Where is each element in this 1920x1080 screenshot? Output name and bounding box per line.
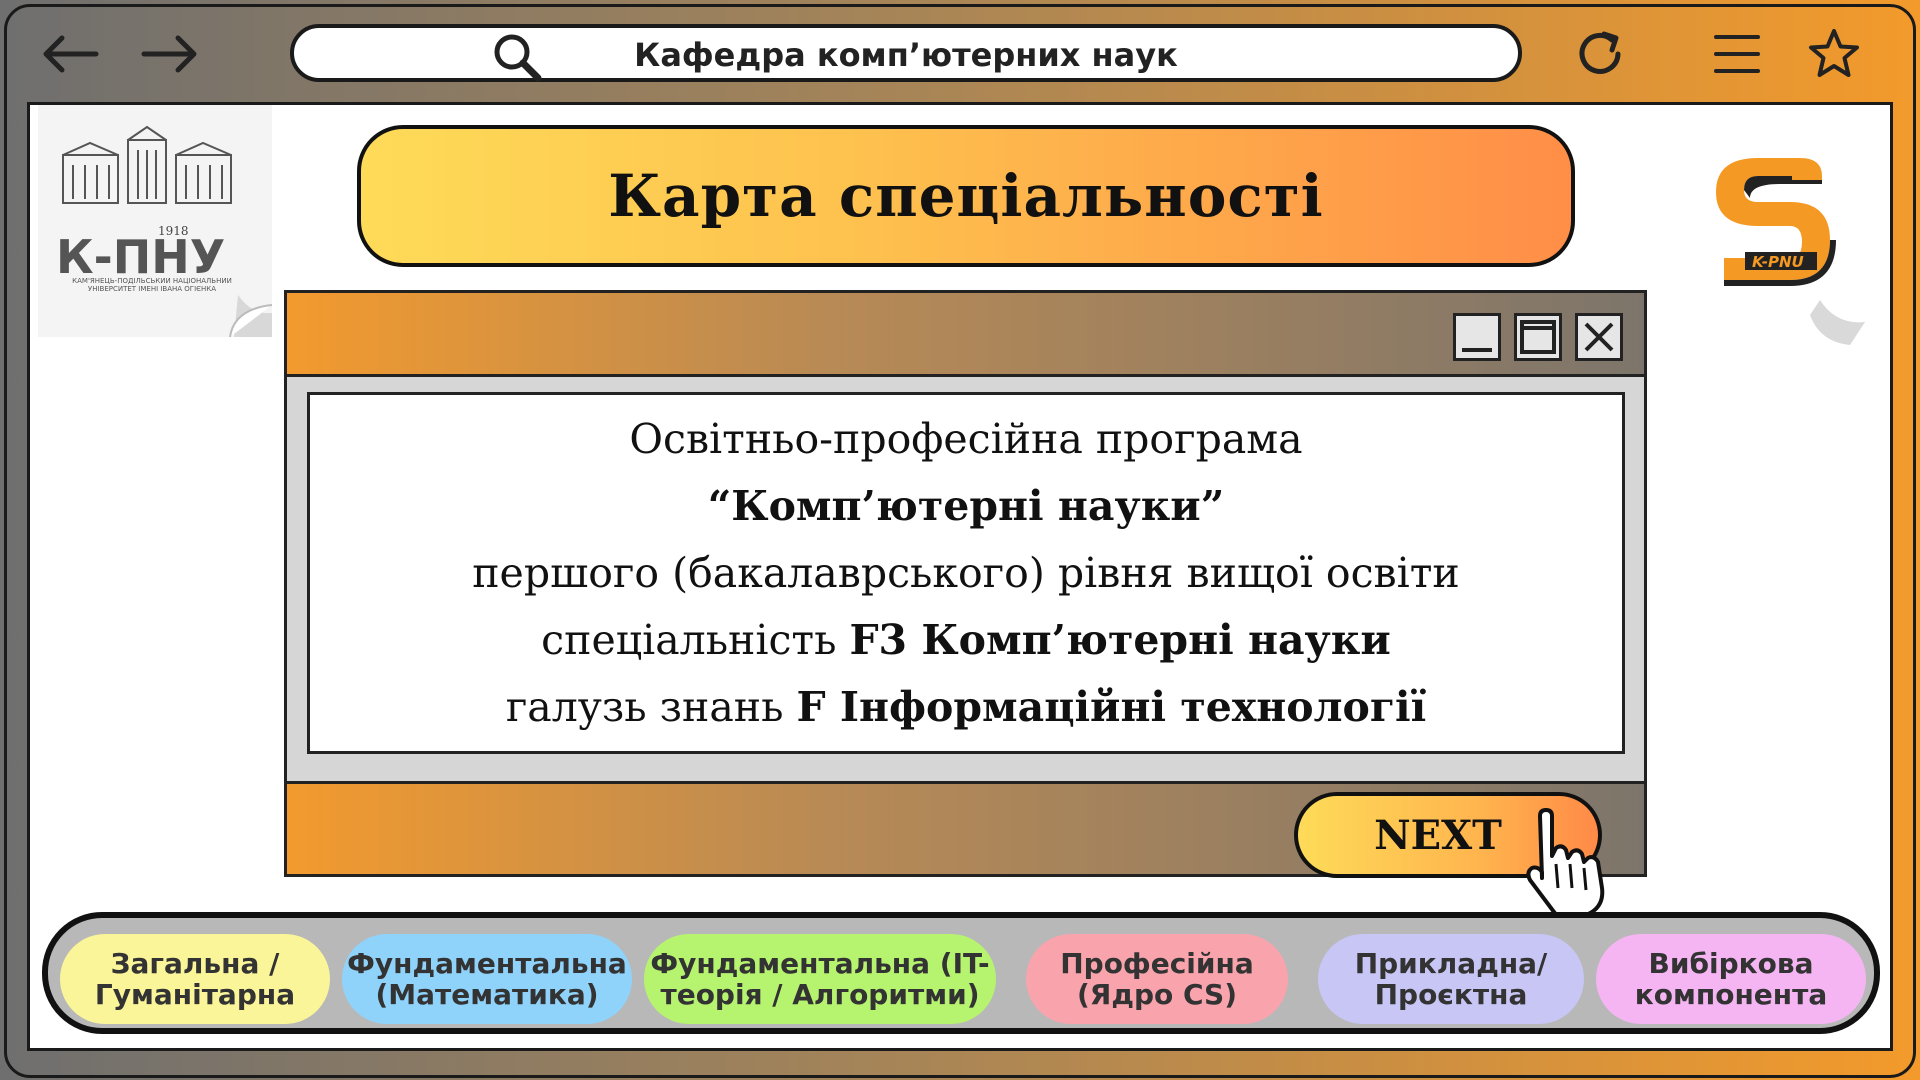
program-window: Освітньо-професійна програма “Комп’ютерн… bbox=[284, 290, 1647, 877]
address-bar[interactable]: Кафедра комп’ютерних наук bbox=[290, 24, 1522, 82]
hamburger-menu-icon bbox=[1714, 35, 1760, 73]
forward-button[interactable] bbox=[130, 22, 210, 86]
category-legend: Загальна / Гуманітарна Фундаментальна (М… bbox=[42, 912, 1880, 1034]
arrow-left-icon bbox=[43, 35, 99, 73]
category-it-theory[interactable]: Фундаментальна (IT- теорія / Алгоритми) bbox=[644, 934, 996, 1024]
minimize-button[interactable] bbox=[1453, 313, 1501, 361]
category-math[interactable]: Фундаментальна (Математика) bbox=[342, 934, 632, 1024]
maximize-icon bbox=[1520, 320, 1556, 354]
bookmark-button[interactable] bbox=[1794, 22, 1874, 86]
program-specialty: спеціальність F3 Комп’ютерні науки bbox=[541, 615, 1391, 664]
window-titlebar bbox=[287, 293, 1644, 377]
arrow-right-icon bbox=[141, 35, 197, 73]
category-professional[interactable]: Професійна (Ядро CS) bbox=[1026, 934, 1288, 1024]
close-button[interactable] bbox=[1575, 313, 1623, 361]
logo-text: К-ПНУ bbox=[56, 230, 225, 284]
program-info-panel: Освітньо-професійна програма “Комп’ютерн… bbox=[307, 392, 1625, 754]
program-name: “Комп’ютерні науки” bbox=[707, 481, 1225, 530]
department-logo-text: K-PNU bbox=[1752, 253, 1804, 271]
address-text: Кафедра комп’ютерних наук bbox=[634, 36, 1178, 74]
program-type: Освітньо-професійна програма bbox=[629, 414, 1303, 463]
category-general[interactable]: Загальна / Гуманітарна bbox=[60, 934, 330, 1024]
reload-button[interactable] bbox=[1560, 22, 1640, 86]
program-level: першого (бакалаврського) рівня вищої осв… bbox=[472, 548, 1460, 597]
menu-button[interactable] bbox=[1697, 22, 1777, 86]
close-icon bbox=[1584, 322, 1614, 352]
next-button-label: NEXT bbox=[1374, 811, 1502, 859]
maximize-button[interactable] bbox=[1514, 313, 1562, 361]
logo-subtitle: КАМ'ЯНЕЦЬ-ПОДІЛЬСЬКИЙ НАЦІОНАЛЬНИЙ УНІВЕ… bbox=[72, 277, 232, 293]
department-logo: K-PNU bbox=[1640, 110, 1880, 355]
back-button[interactable] bbox=[30, 22, 110, 86]
star-icon bbox=[1809, 29, 1859, 77]
window-body: Освітньо-професійна програма “Комп’ютерн… bbox=[287, 377, 1644, 781]
category-applied[interactable]: Прикладна/ Проєктна bbox=[1318, 934, 1584, 1024]
page-title: Карта спеціальності bbox=[357, 125, 1575, 267]
hand-cursor-icon bbox=[1526, 808, 1605, 924]
university-logo: 1918 К-ПНУ КАМ'ЯНЕЦЬ-ПОДІЛЬСЬКИЙ НАЦІОНА… bbox=[38, 105, 273, 338]
program-field: галузь знань F Інформаційні технології bbox=[505, 682, 1427, 731]
minimize-icon bbox=[1462, 348, 1492, 352]
category-elective[interactable]: Вибіркова компонента bbox=[1596, 934, 1866, 1024]
page-title-text: Карта спеціальності bbox=[608, 162, 1324, 230]
reload-icon bbox=[1579, 31, 1621, 74]
